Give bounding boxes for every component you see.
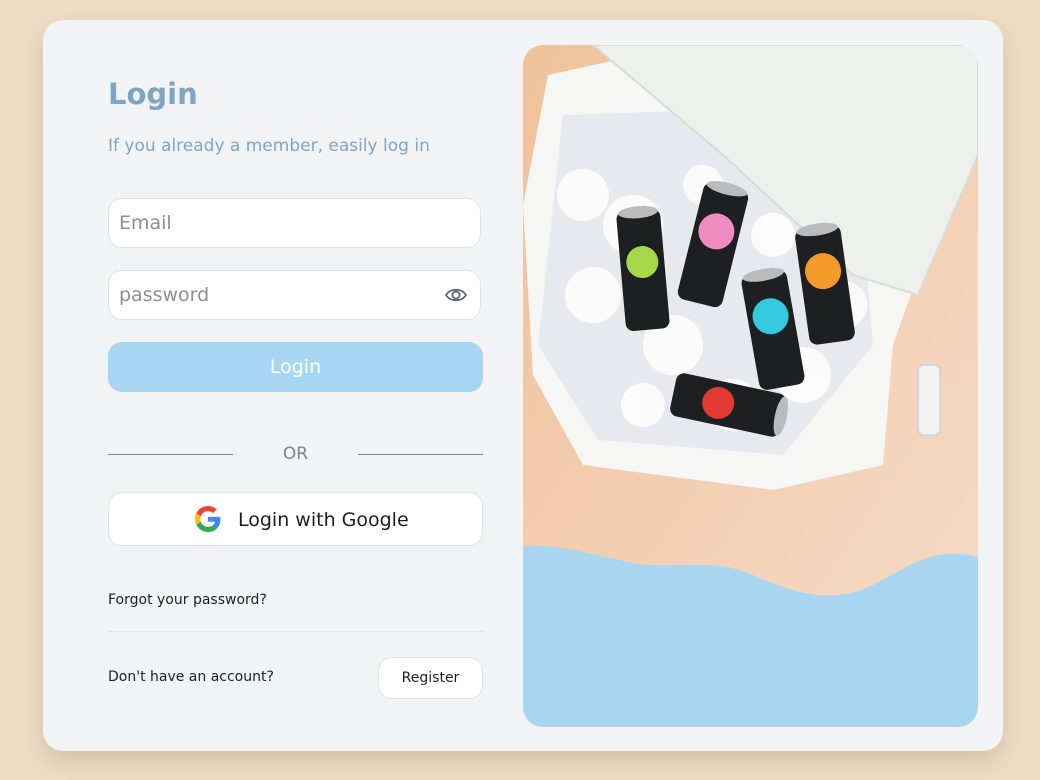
email-field-container bbox=[108, 198, 481, 248]
cooler-illustration bbox=[523, 45, 978, 727]
or-divider-left bbox=[108, 454, 233, 455]
section-divider bbox=[108, 631, 483, 632]
google-g-icon bbox=[195, 506, 221, 532]
page-title: Login bbox=[108, 77, 198, 111]
page-subtitle: If you already a member, easily log in bbox=[108, 136, 430, 156]
register-button[interactable]: Register bbox=[378, 657, 483, 699]
or-divider-right bbox=[358, 454, 483, 455]
forgot-password-link[interactable]: Forgot your password? bbox=[108, 592, 267, 608]
google-login-label: Login with Google bbox=[238, 509, 409, 531]
google-login-button[interactable]: Login with Google bbox=[108, 492, 483, 546]
login-button[interactable]: Login bbox=[108, 342, 483, 392]
password-field[interactable] bbox=[109, 271, 439, 319]
email-field[interactable] bbox=[109, 199, 439, 247]
or-label: OR bbox=[282, 444, 309, 464]
password-field-container bbox=[108, 270, 481, 320]
eye-icon[interactable] bbox=[444, 285, 468, 305]
no-account-text: Don't have an account? bbox=[108, 669, 274, 685]
hero-image bbox=[523, 45, 978, 727]
login-card: Login If you already a member, easily lo… bbox=[43, 20, 1003, 751]
